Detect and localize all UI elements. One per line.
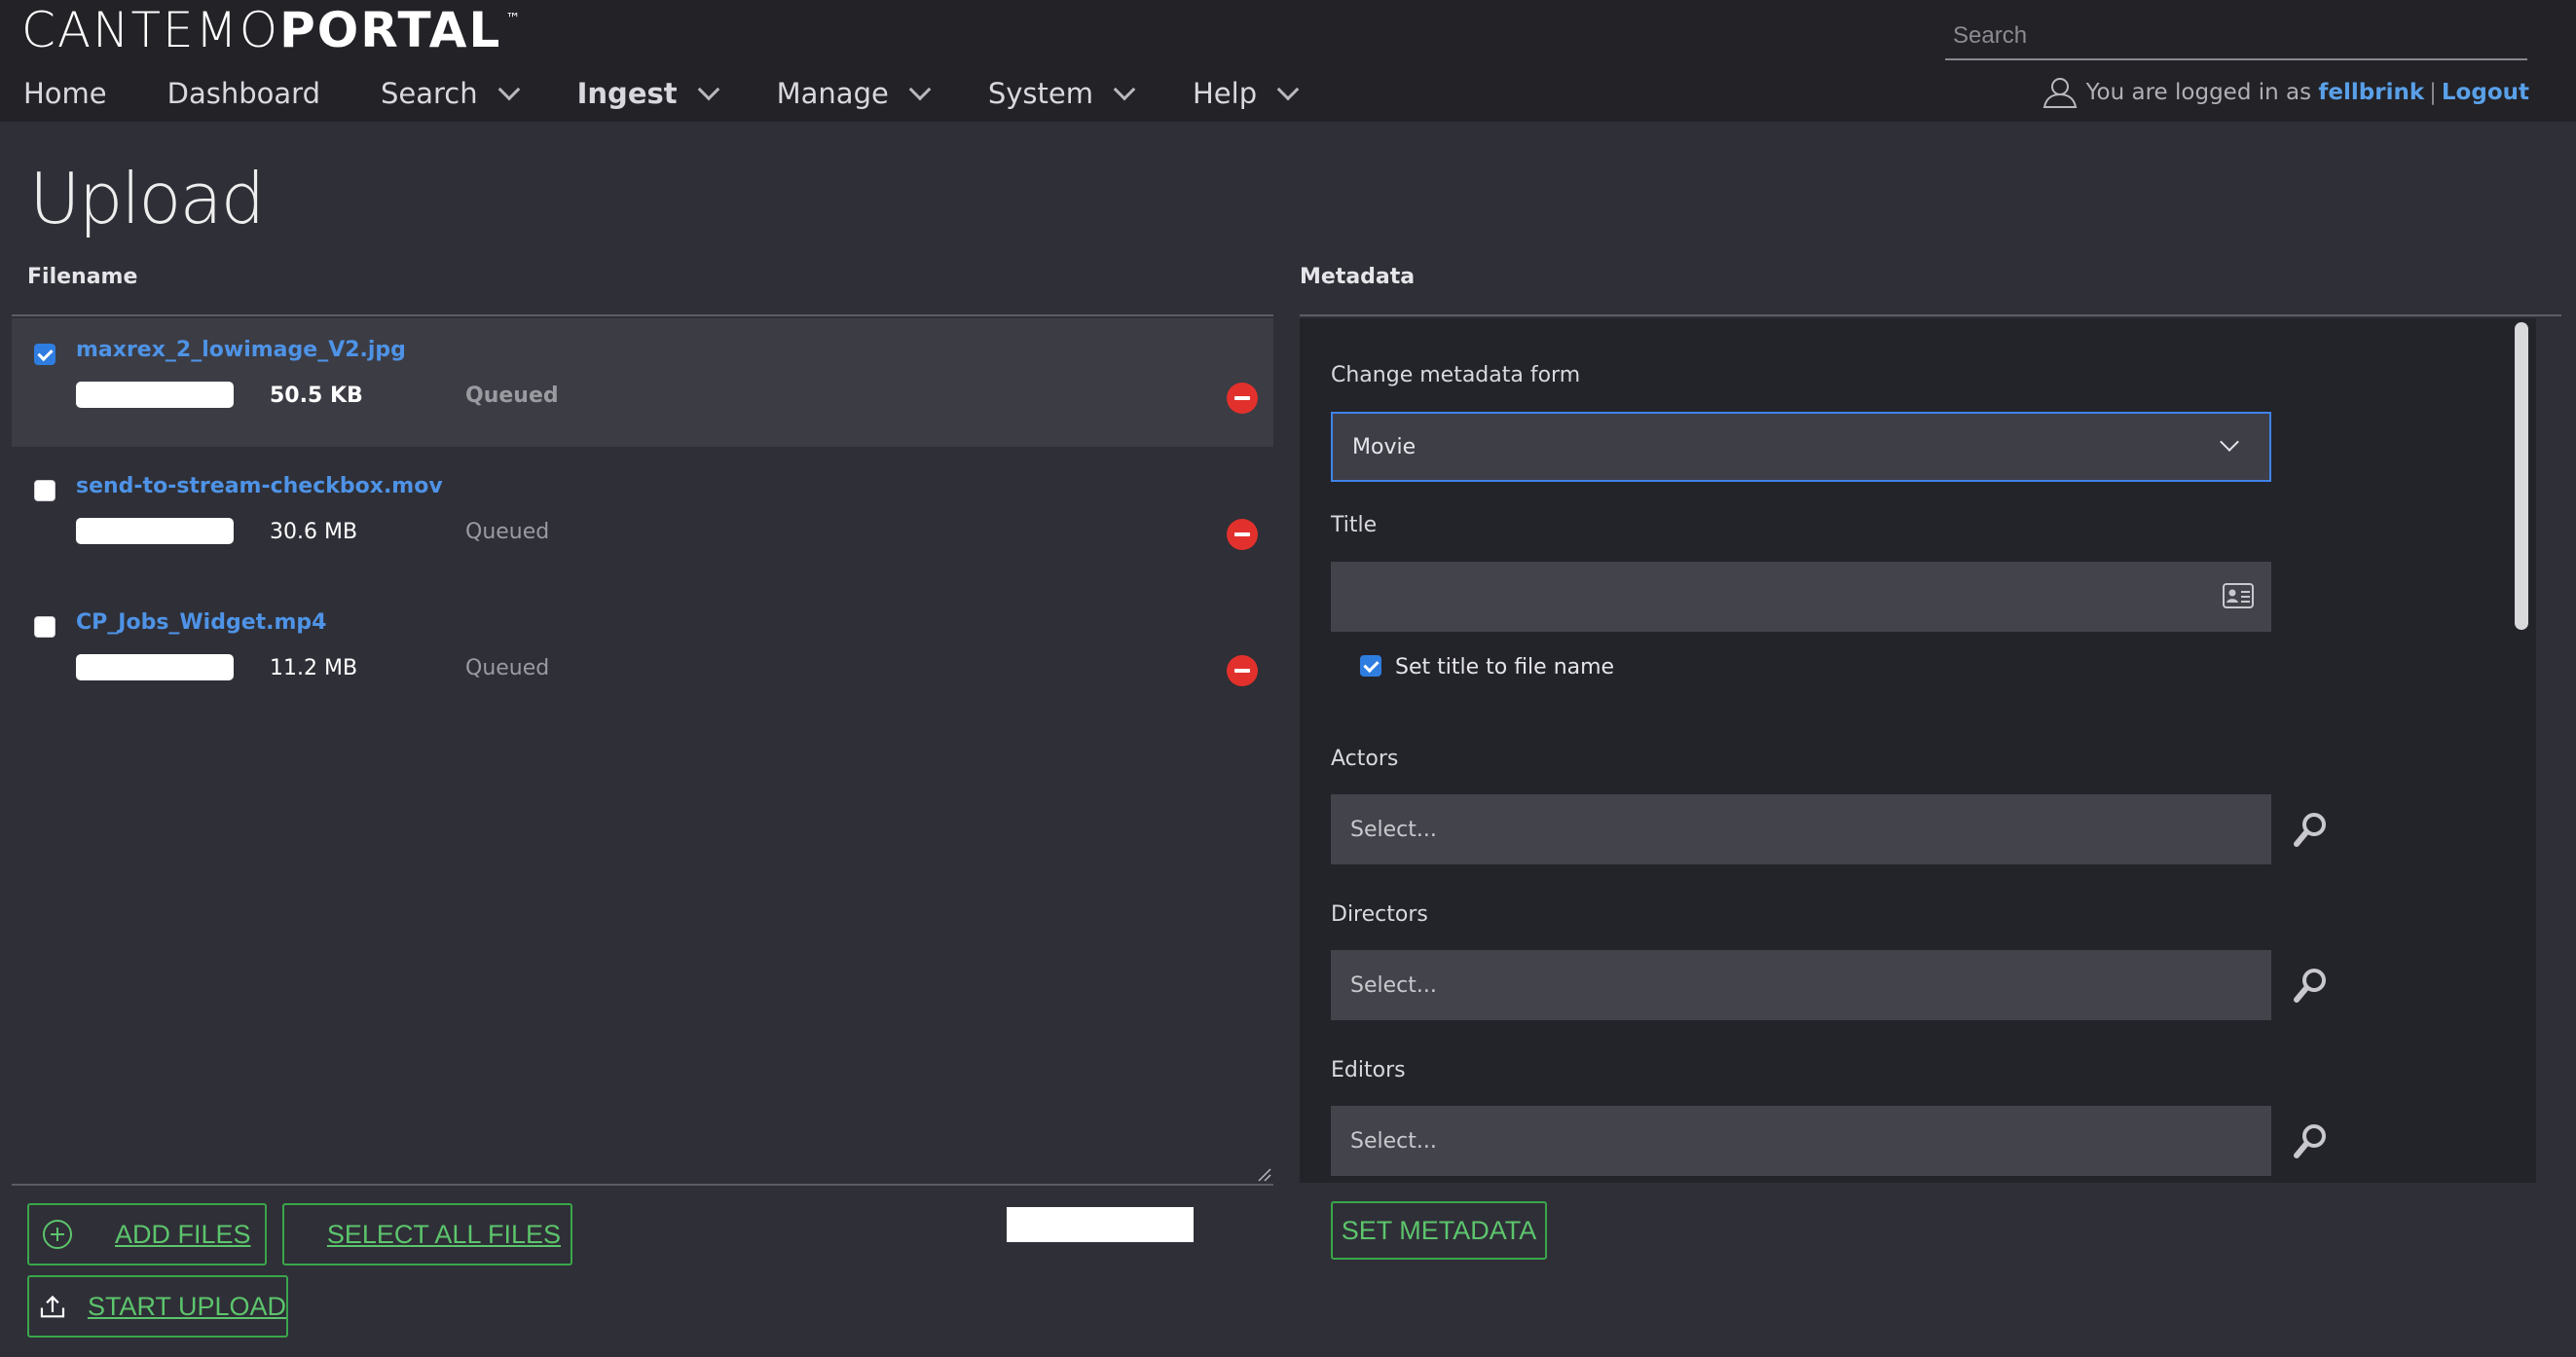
file-select-checkbox[interactable]	[34, 344, 55, 365]
title-label: Title	[1331, 513, 1378, 537]
main-nav: Home Dashboard Search Ingest Manage Syst…	[23, 72, 1356, 115]
user-status: You are logged in as fellbrink | Logout	[2042, 76, 2529, 109]
logo-text-bold: PORTAL	[279, 2, 502, 58]
set-title-checkbox[interactable]	[1360, 655, 1381, 677]
chevron-down-icon	[908, 78, 932, 101]
file-select-checkbox[interactable]	[34, 616, 55, 638]
nav-home[interactable]: Home	[23, 77, 107, 110]
file-name-link[interactable]: send-to-stream-checkbox.mov	[76, 474, 443, 498]
nav-system[interactable]: System	[987, 77, 1136, 110]
logged-in-text: You are logged in as	[2085, 80, 2312, 105]
editors-label: Editors	[1331, 1058, 1406, 1082]
file-progress-bar	[76, 382, 234, 408]
file-status: Queued	[465, 520, 550, 544]
metadata-form-panel: Change metadata form Movie Title Set tit…	[1300, 318, 2536, 1183]
user-separator: |	[2429, 80, 2437, 105]
add-files-button[interactable]: ADD FILES	[27, 1203, 267, 1265]
set-metadata-label: SET METADATA	[1341, 1215, 1537, 1245]
nav-ingest[interactable]: Ingest	[576, 77, 719, 110]
actors-label: Actors	[1331, 747, 1399, 771]
logo-trademark: ™	[505, 10, 523, 27]
nav-search[interactable]: Search	[380, 77, 520, 110]
filename-header-divider	[12, 314, 1273, 316]
metadata-scrollbar-thumb[interactable]	[2515, 322, 2528, 630]
start-upload-label: START UPLOAD	[87, 1291, 286, 1321]
remove-file-icon[interactable]	[1227, 383, 1258, 414]
global-search	[1945, 14, 2527, 60]
set-metadata-button[interactable]: SET METADATA	[1331, 1201, 1547, 1260]
search-icon[interactable]	[2293, 967, 2328, 1004]
file-progress-bar	[76, 518, 234, 544]
total-progress-bar	[1007, 1207, 1194, 1242]
nav-dashboard-label: Dashboard	[166, 77, 320, 110]
chevron-down-icon	[2220, 432, 2239, 452]
nav-dashboard[interactable]: Dashboard	[167, 77, 320, 110]
nav-system-label: System	[987, 77, 1093, 110]
search-icon[interactable]	[2293, 1122, 2328, 1159]
plus-circle-icon	[43, 1220, 72, 1249]
nav-home-label: Home	[23, 77, 107, 110]
set-title-label: Set title to file name	[1395, 655, 1615, 679]
actors-select[interactable]: Select...	[1331, 794, 2271, 864]
editors-select[interactable]: Select...	[1331, 1106, 2271, 1176]
directors-label: Directors	[1331, 902, 1428, 927]
chevron-down-icon	[1276, 78, 1300, 101]
cantemo-portal-logo[interactable]: CANTEMOPORTAL ™	[21, 2, 522, 58]
search-icon[interactable]	[2293, 811, 2328, 848]
metadata-column-header: Metadata	[1300, 265, 1416, 289]
nav-help-label: Help	[1192, 77, 1258, 110]
username-link[interactable]: fellbrink	[2318, 80, 2424, 105]
metadata-form-select[interactable]: Movie	[1331, 412, 2271, 482]
file-progress-bar	[76, 654, 234, 680]
file-list-bottom-divider	[12, 1184, 1273, 1186]
user-icon	[2042, 78, 2077, 108]
chevron-down-icon	[497, 78, 520, 101]
file-list: maxrex_2_lowimage_V2.jpg 50.5 KB Queued …	[12, 318, 1273, 1185]
title-field[interactable]	[1331, 562, 2271, 632]
file-name-link[interactable]: CP_Jobs_Widget.mp4	[76, 610, 327, 635]
add-files-label: ADD FILES	[115, 1219, 251, 1249]
editors-placeholder: Select...	[1350, 1128, 1437, 1154]
upload-icon	[40, 1295, 65, 1318]
file-status: Queued	[465, 384, 559, 408]
file-row[interactable]: maxrex_2_lowimage_V2.jpg 50.5 KB Queued	[12, 318, 1273, 447]
start-upload-button[interactable]: START UPLOAD	[27, 1275, 288, 1338]
nav-manage[interactable]: Manage	[776, 77, 932, 110]
file-size: 11.2 MB	[270, 656, 358, 680]
file-name-link[interactable]: maxrex_2_lowimage_V2.jpg	[76, 338, 406, 362]
nav-help[interactable]: Help	[1192, 77, 1300, 110]
file-row[interactable]: send-to-stream-checkbox.mov 30.6 MB Queu…	[12, 455, 1273, 583]
global-search-input[interactable]	[1945, 14, 2527, 58]
metadata-form-value: Movie	[1352, 434, 1417, 459]
file-select-checkbox[interactable]	[34, 480, 55, 501]
chevron-down-icon	[697, 78, 719, 101]
remove-file-icon[interactable]	[1227, 519, 1258, 550]
directors-select[interactable]: Select...	[1331, 950, 2271, 1020]
nav-search-label: Search	[380, 77, 478, 110]
file-size: 30.6 MB	[270, 520, 358, 544]
remove-file-icon[interactable]	[1227, 655, 1258, 686]
select-all-files-label: SELECT ALL FILES	[326, 1219, 561, 1249]
file-row[interactable]: CP_Jobs_Widget.mp4 11.2 MB Queued	[12, 591, 1273, 719]
title-input[interactable]	[1350, 583, 2230, 610]
file-size: 50.5 KB	[270, 384, 363, 408]
metadata-header-divider	[1300, 314, 2561, 316]
directors-placeholder: Select...	[1350, 972, 1437, 998]
resize-grip-icon[interactable]	[1256, 1166, 1271, 1182]
id-card-icon[interactable]	[2223, 583, 2254, 608]
logout-link[interactable]: Logout	[2442, 80, 2529, 105]
actors-placeholder: Select...	[1350, 817, 1437, 842]
top-bar: CANTEMOPORTAL™ Home Dashboard Search Ing…	[0, 0, 2576, 122]
chevron-down-icon	[1113, 78, 1136, 101]
change-form-label: Change metadata form	[1331, 363, 1581, 387]
nav-manage-label: Manage	[776, 77, 889, 110]
filename-column-header: Filename	[27, 265, 138, 289]
logo-text-thin: CANTEMO	[21, 2, 280, 58]
select-all-files-button[interactable]: SELECT ALL FILES	[282, 1203, 572, 1265]
page-title: Upload	[29, 158, 265, 239]
file-status: Queued	[465, 656, 550, 680]
nav-ingest-label: Ingest	[576, 77, 678, 110]
